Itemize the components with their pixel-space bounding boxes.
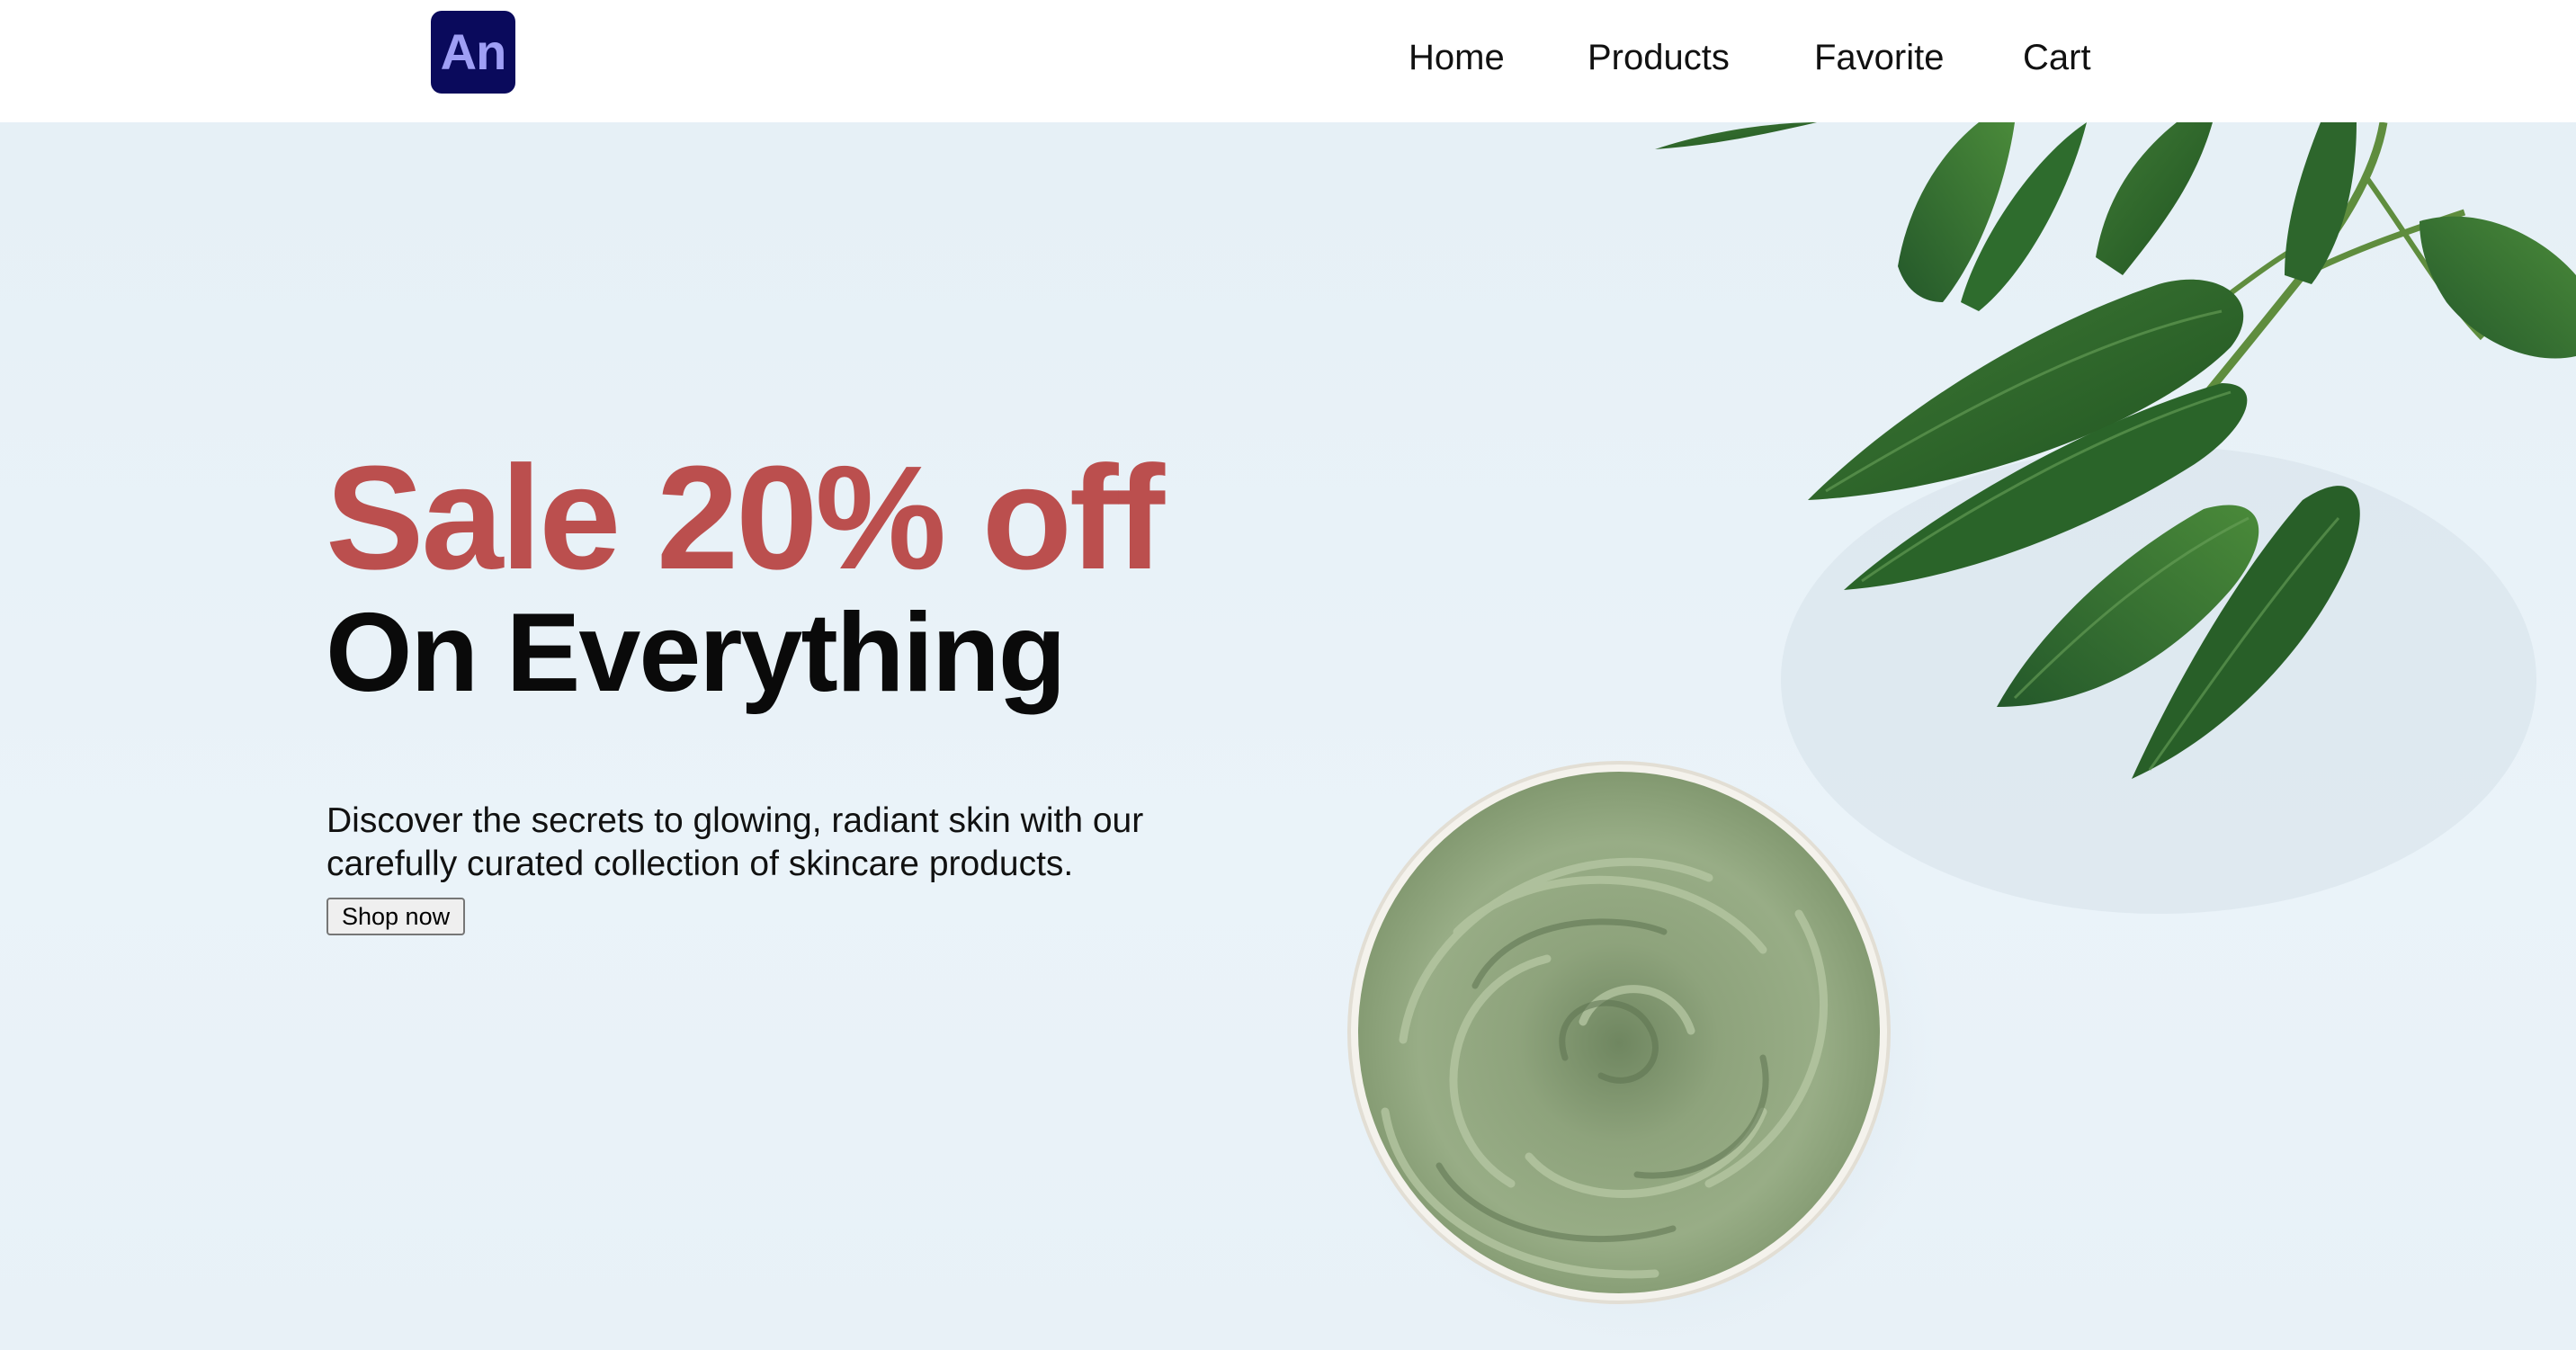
leaf-shadow: [1781, 446, 2536, 914]
nav-cart-link[interactable]: Cart: [2023, 34, 2091, 81]
site-header: An Home Products Favorite Cart: [0, 0, 2576, 122]
sale-headline: Sale 20% off: [326, 435, 1165, 600]
hero-description: Discover the secrets to glowing, radiant…: [326, 801, 1144, 883]
hero-title: On Everything: [326, 591, 1066, 715]
green-clay: [1358, 772, 1880, 1293]
brand-logo[interactable]: An: [431, 11, 515, 94]
nav-home-link[interactable]: Home: [1409, 34, 1505, 81]
shop-now-button[interactable]: Shop now: [326, 898, 466, 935]
nav-favorite-link[interactable]: Favorite: [1814, 34, 1945, 81]
hero-banner: Sale 20% off On Everything Discover the …: [0, 122, 2576, 1350]
nav-products-link[interactable]: Products: [1588, 34, 1730, 81]
hero-product-image: [1347, 122, 2576, 1346]
